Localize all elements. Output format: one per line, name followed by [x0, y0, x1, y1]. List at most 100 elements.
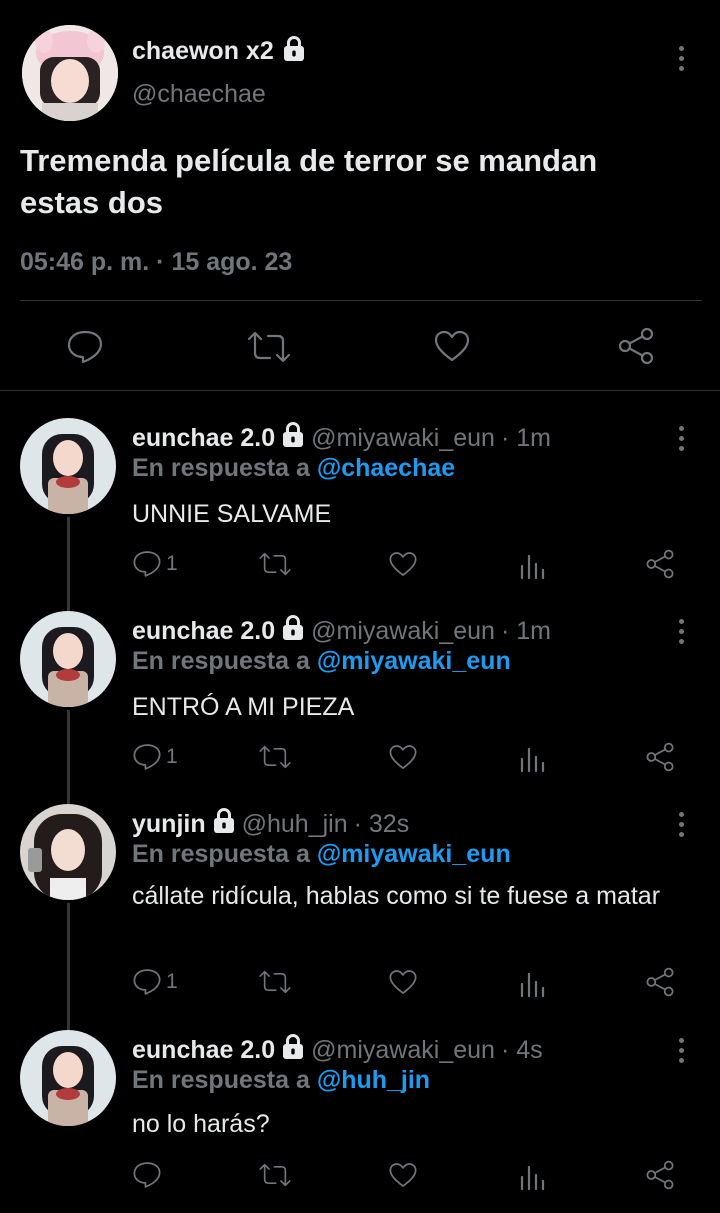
divider — [20, 300, 702, 301]
reply-button[interactable]: 1 — [132, 742, 178, 772]
reply-button[interactable] — [132, 1160, 166, 1190]
bar-chart-icon — [520, 747, 545, 773]
retweet-button[interactable] — [246, 331, 292, 363]
reply-time[interactable]: · 1m — [501, 424, 551, 453]
more-options-button[interactable] — [671, 46, 691, 71]
share-button[interactable] — [645, 742, 675, 772]
like-button[interactable] — [388, 743, 418, 771]
reply-time[interactable]: · 32s — [354, 810, 410, 839]
reply-button[interactable]: 1 — [132, 967, 178, 997]
reply-context-label: En respuesta a — [132, 840, 310, 868]
reply-display-name[interactable]: yunjin — [132, 810, 206, 839]
reply-display-name[interactable]: eunchae 2.0 — [132, 617, 275, 646]
share-button[interactable] — [617, 327, 655, 365]
reply-to-mention[interactable]: @chaechae — [317, 454, 455, 482]
views-button[interactable] — [518, 745, 546, 773]
more-vertical-icon — [678, 812, 684, 817]
reply-text: cállate ridícula, hablas como si te fues… — [132, 882, 661, 910]
views-button[interactable] — [518, 1163, 546, 1191]
lock-icon — [281, 615, 305, 648]
speech-bubble-icon — [133, 969, 161, 995]
reply-count: 1 — [166, 745, 178, 768]
reply-tweet[interactable]: eunchae 2.0 @miyawaki_eun · 4s En respue… — [0, 1030, 720, 1210]
heart-icon — [434, 330, 470, 362]
section-divider — [0, 390, 720, 391]
avatar-chaewon[interactable] — [22, 25, 118, 121]
share-button[interactable] — [645, 967, 675, 997]
reply-time[interactable]: · 1m — [501, 617, 551, 646]
reply-context-label: En respuesta a — [132, 454, 310, 482]
like-button[interactable] — [388, 968, 418, 996]
reply-handle[interactable]: @miyawaki_eun — [311, 424, 495, 453]
reply-count: 1 — [166, 970, 178, 993]
views-button[interactable] — [518, 552, 546, 580]
more-vertical-icon — [678, 46, 684, 51]
bar-chart-icon — [520, 554, 545, 580]
reply-context-label: En respuesta a — [132, 1066, 310, 1094]
retweet-icon — [259, 552, 291, 576]
reply-button[interactable]: 1 — [132, 549, 178, 579]
reply-text: no lo harás? — [132, 1110, 270, 1138]
speech-bubble-icon — [133, 744, 161, 770]
more-vertical-icon — [678, 619, 684, 624]
reply-time[interactable]: · 4s — [501, 1036, 543, 1065]
share-icon — [646, 742, 674, 772]
reply-tweet[interactable]: eunchae 2.0 @miyawaki_eun · 1m En respue… — [0, 418, 720, 598]
reply-count: 1 — [166, 552, 178, 575]
main-tweet-text: Tremenda película de terror se mandan es… — [20, 143, 598, 220]
retweet-icon — [259, 745, 291, 769]
reply-handle[interactable]: @miyawaki_eun — [311, 1036, 495, 1065]
more-options-button[interactable] — [671, 1038, 691, 1063]
heart-icon — [389, 1163, 417, 1187]
retweet-icon — [247, 331, 291, 363]
retweet-button[interactable] — [258, 551, 292, 577]
avatar-yunjin[interactable] — [20, 804, 116, 900]
lock-icon — [281, 422, 305, 455]
more-vertical-icon — [678, 1038, 684, 1043]
reply-handle[interactable]: @miyawaki_eun — [311, 617, 495, 646]
main-handle[interactable]: @chaechae — [132, 80, 266, 109]
avatar-eunchae[interactable] — [20, 418, 116, 514]
heart-icon — [389, 970, 417, 994]
reply-text: ENTRÓ A MI PIEZA — [132, 693, 355, 721]
avatar-eunchae[interactable] — [20, 1030, 116, 1126]
lock-icon — [282, 36, 306, 67]
more-options-button[interactable] — [671, 619, 691, 644]
share-button[interactable] — [645, 549, 675, 579]
more-options-button[interactable] — [671, 426, 691, 451]
reply-to-mention[interactable]: @miyawaki_eun — [317, 647, 511, 675]
avatar-image — [20, 611, 116, 707]
share-icon — [646, 549, 674, 579]
speech-bubble-icon — [133, 1162, 161, 1188]
bar-chart-icon — [520, 972, 545, 998]
like-button[interactable] — [388, 1161, 418, 1189]
like-button[interactable] — [433, 329, 471, 363]
retweet-icon — [259, 1163, 291, 1187]
main-display-name[interactable]: chaewon x2 — [132, 37, 274, 66]
reply-to-mention[interactable]: @miyawaki_eun — [317, 840, 511, 868]
reply-to-mention[interactable]: @huh_jin — [317, 1066, 430, 1094]
retweet-button[interactable] — [258, 969, 292, 995]
reply-context-label: En respuesta a — [132, 647, 310, 675]
reply-tweet[interactable]: eunchae 2.0 @miyawaki_eun · 1m En respue… — [0, 611, 720, 791]
like-button[interactable] — [388, 550, 418, 578]
avatar-eunchae[interactable] — [20, 611, 116, 707]
views-button[interactable] — [518, 970, 546, 998]
reply-button[interactable] — [66, 329, 104, 365]
speech-bubble-icon — [133, 551, 161, 577]
more-options-button[interactable] — [671, 812, 691, 837]
retweet-button[interactable] — [258, 1162, 292, 1188]
reply-display-name[interactable]: eunchae 2.0 — [132, 1036, 275, 1065]
reply-handle[interactable]: @huh_jin — [242, 810, 348, 839]
share-button[interactable] — [645, 1160, 675, 1190]
bar-chart-icon — [520, 1165, 545, 1191]
reply-text: UNNIE SALVAME — [132, 500, 332, 528]
retweet-icon — [259, 970, 291, 994]
reply-tweet[interactable]: yunjin @huh_jin · 32s En respuesta a @mi… — [0, 804, 720, 1019]
avatar-image — [22, 25, 118, 121]
reply-display-name[interactable]: eunchae 2.0 — [132, 424, 275, 453]
main-timestamp[interactable]: 05:46 p. m. · 15 ago. 23 — [20, 248, 292, 277]
share-icon — [646, 967, 674, 997]
retweet-button[interactable] — [258, 744, 292, 770]
avatar-image — [20, 804, 116, 900]
